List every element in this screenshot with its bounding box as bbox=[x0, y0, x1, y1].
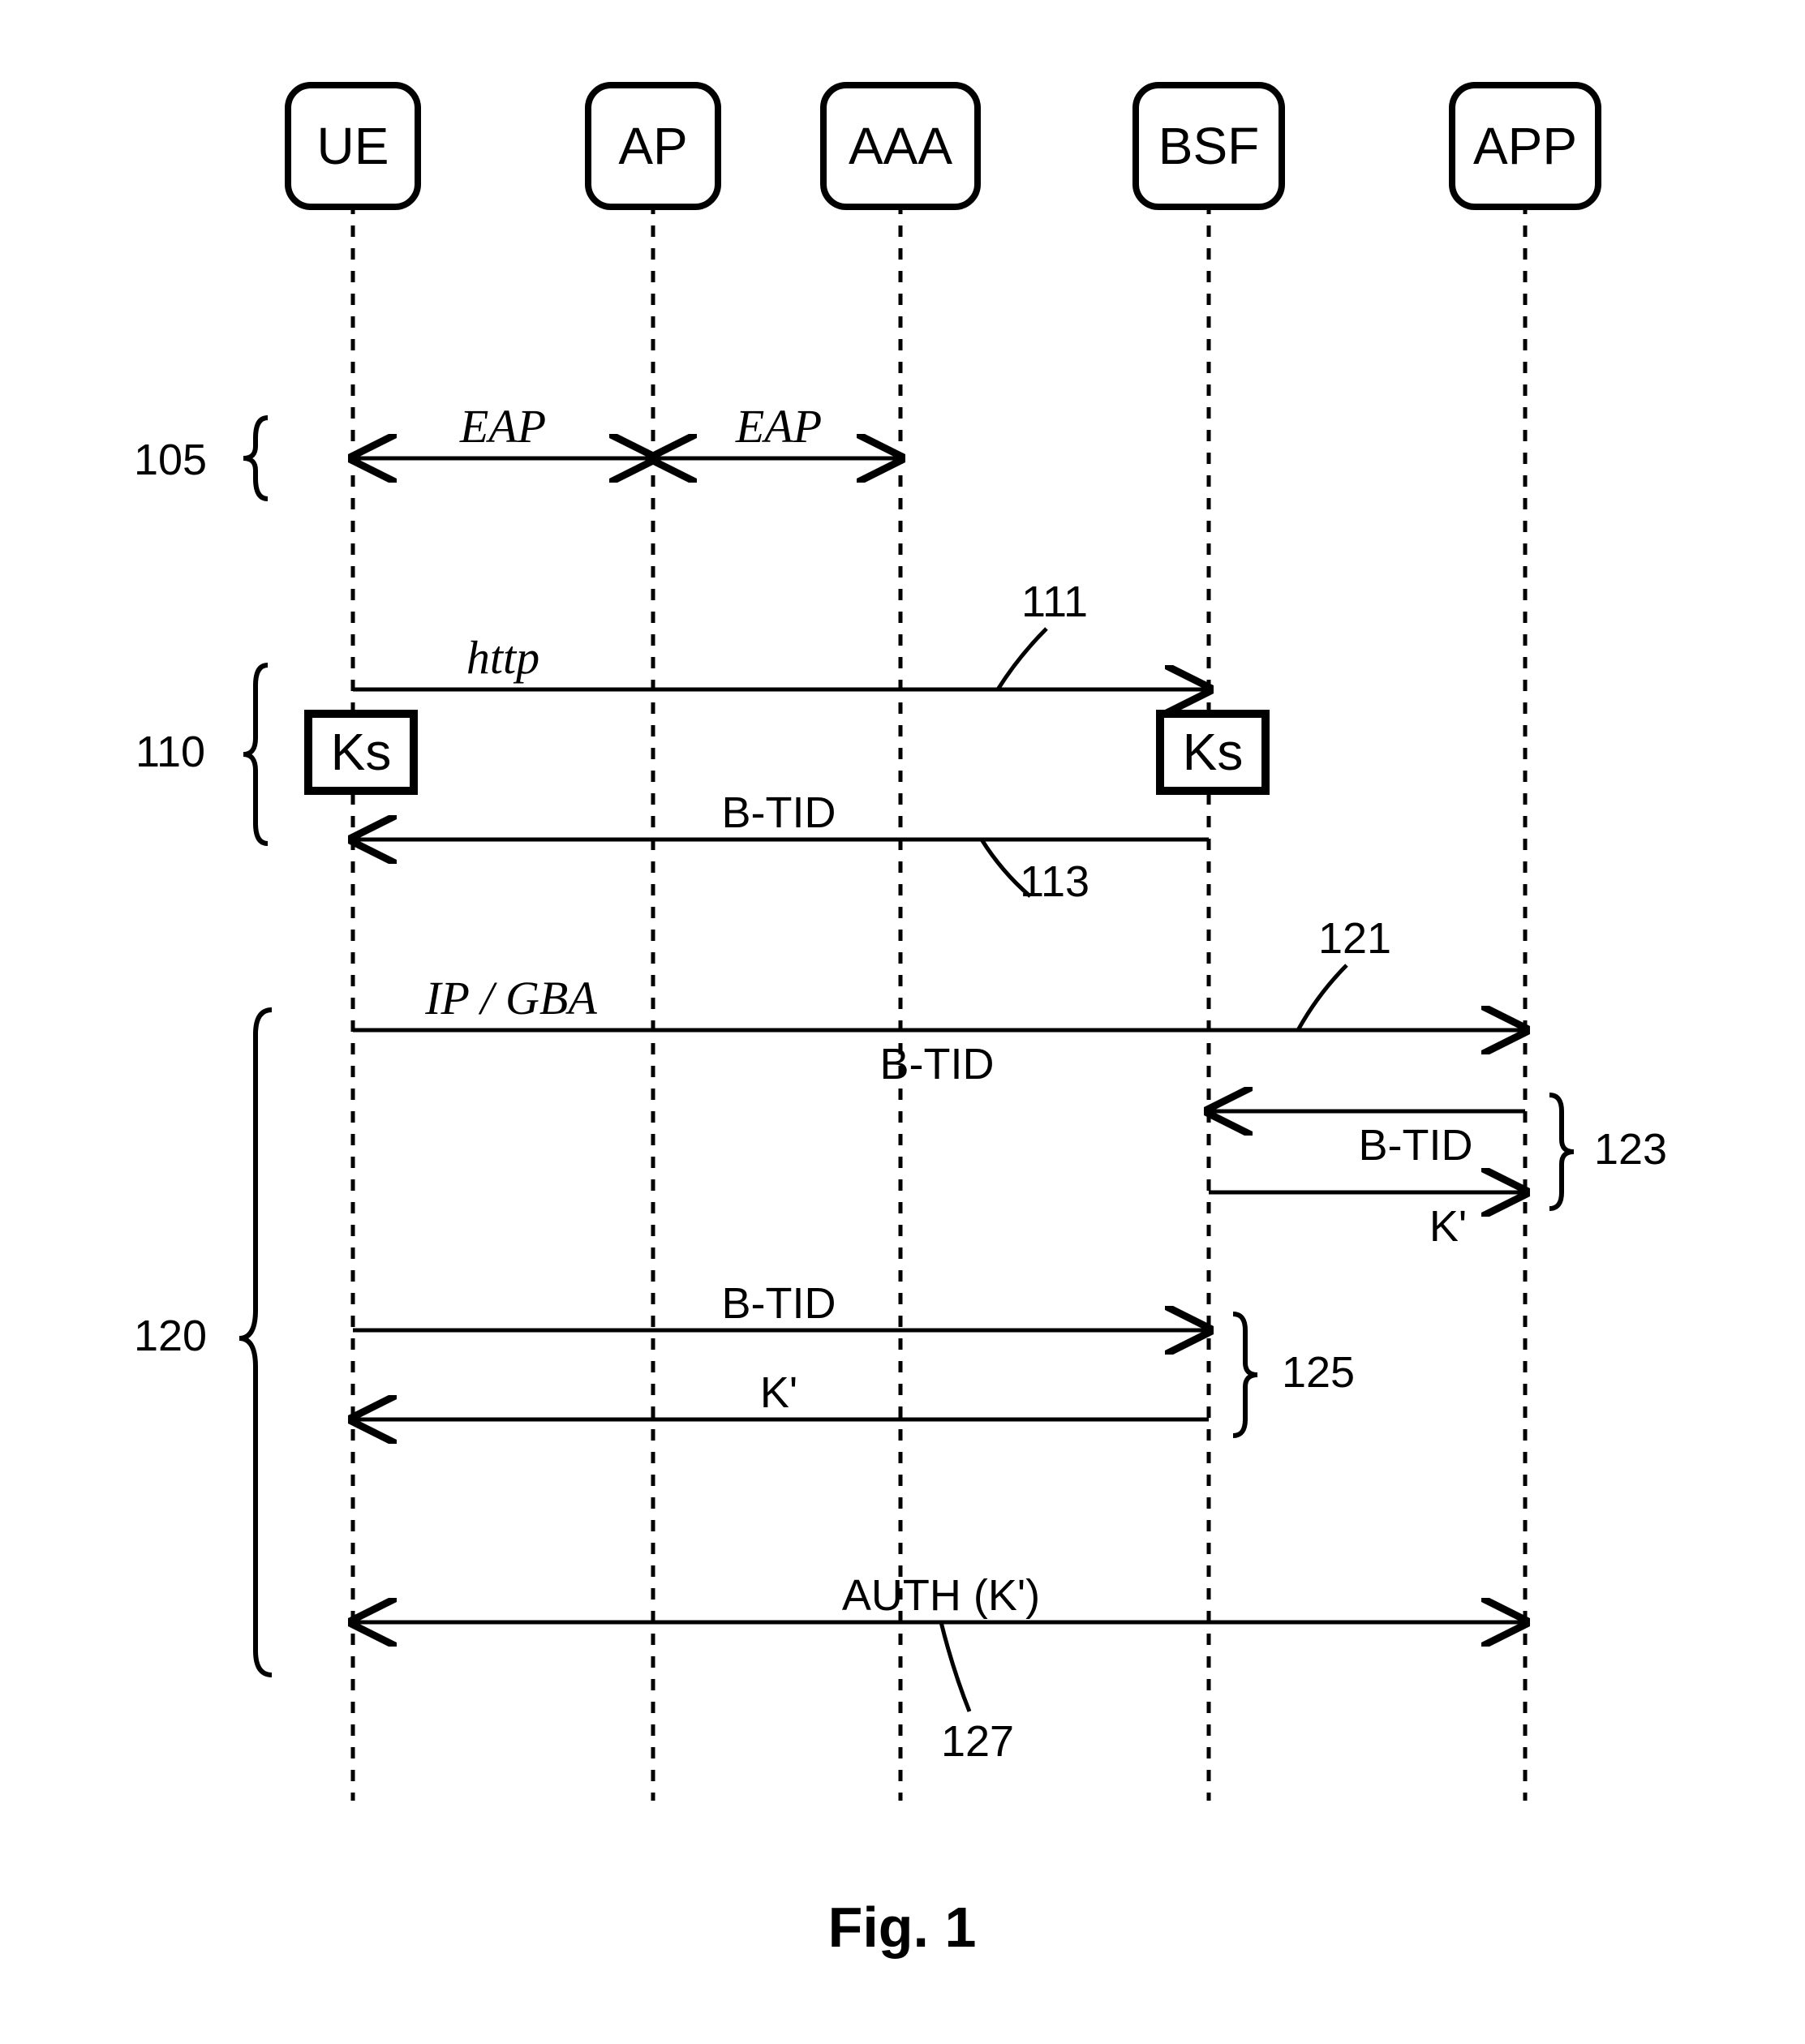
ks-bsf: Ks bbox=[1160, 714, 1266, 791]
msg-eap-ap-aaa-label: EAP bbox=[735, 400, 822, 453]
brace-110 bbox=[243, 665, 268, 844]
callout-113-label: 113 bbox=[1020, 857, 1089, 906]
msg-btid-125-label: B-TID bbox=[722, 1279, 836, 1328]
sequence-diagram: UE AP AAA BSF APP EAP EAP 105 http 111 K… bbox=[0, 0, 1805, 2044]
actor-bsf: BSF bbox=[1136, 85, 1282, 207]
brace-123 bbox=[1549, 1095, 1574, 1209]
brace-125 bbox=[1233, 1314, 1257, 1436]
actor-aaa: AAA bbox=[823, 85, 978, 207]
msg-btid-121-label: B-TID bbox=[880, 1040, 995, 1089]
group-110-label: 110 bbox=[135, 728, 205, 776]
actor-app-label: APP bbox=[1473, 117, 1577, 175]
actor-ap-label: AP bbox=[618, 117, 687, 175]
msg-kprime-123-label: K' bbox=[1429, 1202, 1467, 1251]
msg-http-label: http bbox=[466, 631, 539, 684]
group-105-label: 105 bbox=[134, 436, 207, 484]
ks-ue-label: Ks bbox=[331, 723, 392, 781]
brace-105 bbox=[243, 418, 268, 499]
actor-ue-label: UE bbox=[317, 117, 389, 175]
brace-120 bbox=[239, 1010, 272, 1675]
msg-eap-ue-ap-label: EAP bbox=[459, 400, 546, 453]
callout-121-label: 121 bbox=[1318, 914, 1391, 963]
callout-111-label: 111 bbox=[1021, 578, 1088, 626]
callout-127 bbox=[941, 1622, 969, 1711]
figure-label: Fig. 1 bbox=[828, 1896, 977, 1959]
callout-125-label: 125 bbox=[1282, 1348, 1355, 1397]
actor-aaa-label: AAA bbox=[849, 117, 952, 175]
callout-127-label: 127 bbox=[941, 1717, 1014, 1766]
callout-123-label: 123 bbox=[1594, 1125, 1667, 1174]
callout-121 bbox=[1298, 965, 1347, 1030]
ks-bsf-label: Ks bbox=[1183, 723, 1244, 781]
msg-btid-110-label: B-TID bbox=[722, 788, 836, 837]
msg-btid-123-label: B-TID bbox=[1359, 1121, 1473, 1170]
callout-111 bbox=[998, 629, 1046, 689]
actor-ue: UE bbox=[288, 85, 418, 207]
ks-ue: Ks bbox=[308, 714, 414, 791]
actor-app: APP bbox=[1452, 85, 1598, 207]
actor-bsf-label: BSF bbox=[1158, 117, 1259, 175]
msg-auth-label: AUTH (K') bbox=[842, 1571, 1040, 1620]
msg-kprime-125-label: K' bbox=[760, 1368, 797, 1417]
actor-ap: AP bbox=[588, 85, 718, 207]
msg-ipgba-label: IP / GBA bbox=[424, 972, 597, 1024]
group-120-label: 120 bbox=[134, 1312, 207, 1360]
